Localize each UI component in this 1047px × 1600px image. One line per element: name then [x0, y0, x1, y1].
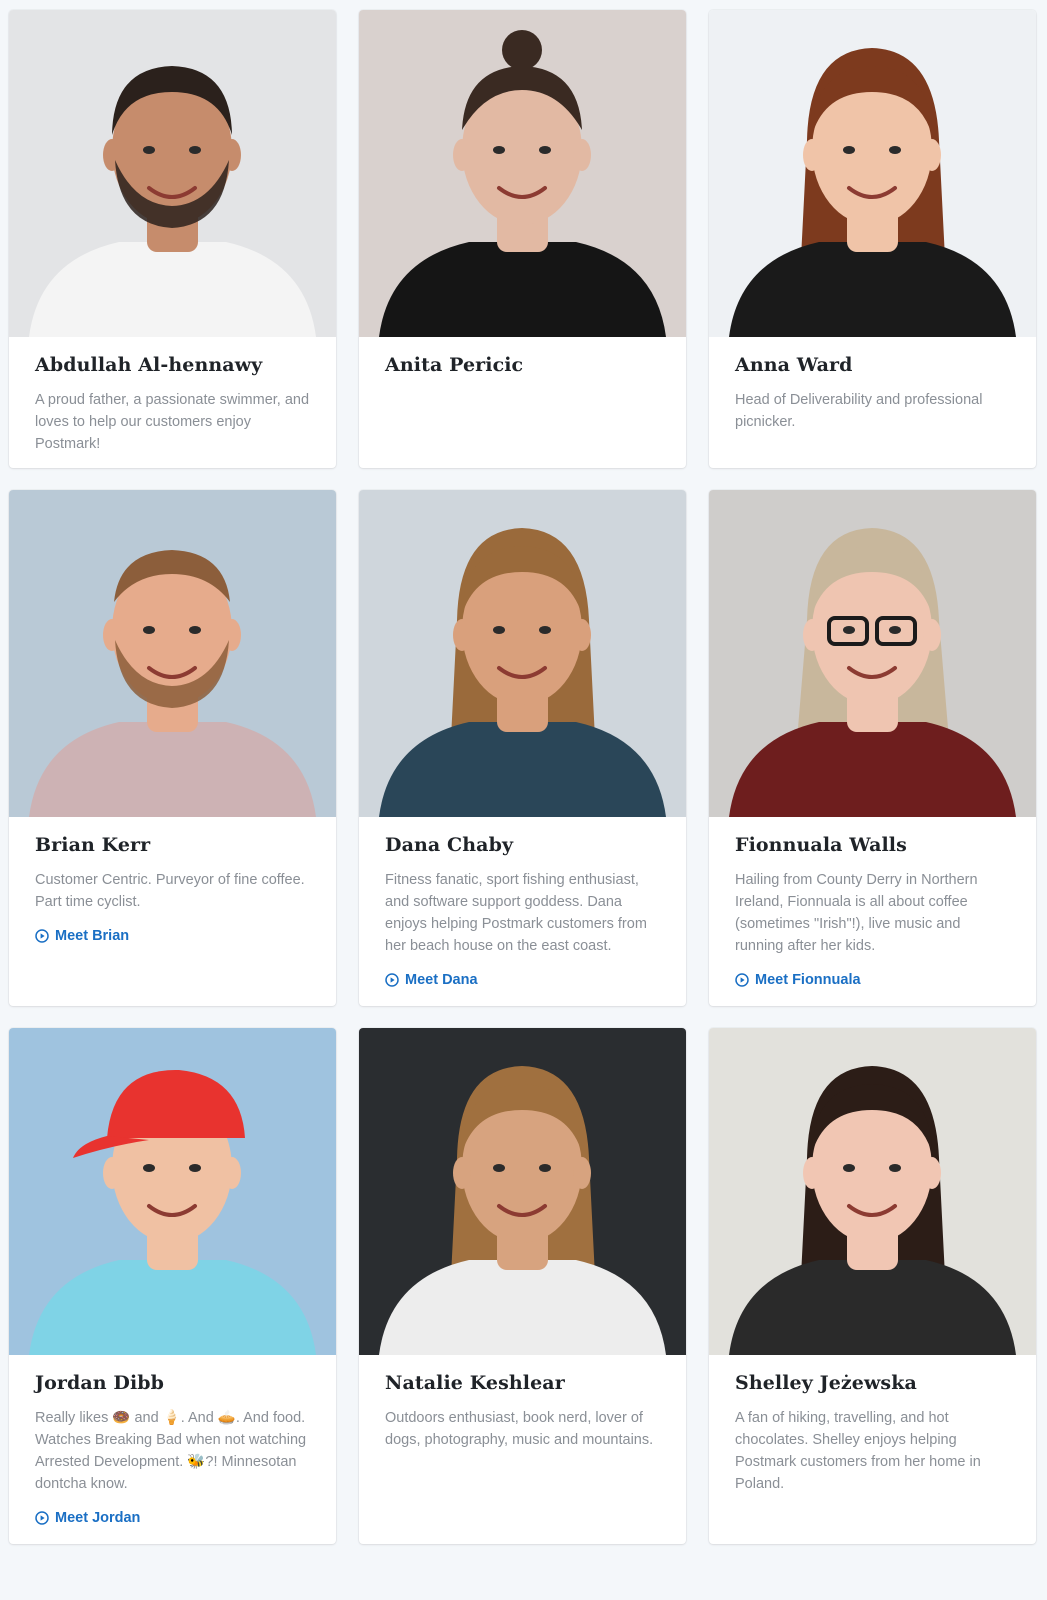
member-name: Anna Ward — [735, 354, 853, 376]
portrait-illustration — [359, 10, 686, 337]
eye — [493, 146, 505, 154]
member-name: Abdullah Al-hennawy — [35, 354, 263, 376]
meet-link[interactable]: Meet Fionnuala — [735, 972, 1010, 988]
ear — [453, 139, 471, 171]
team-card: Anita Pericic — [359, 10, 686, 468]
ear — [453, 619, 471, 651]
portrait-illustration — [359, 490, 686, 817]
portrait-illustration — [709, 490, 1036, 817]
ear — [923, 1157, 941, 1189]
meet-link[interactable]: Meet Brian — [35, 928, 310, 944]
team-card: Natalie Keshlear Outdoors enthusiast, bo… — [359, 1028, 686, 1544]
portrait-photo — [9, 490, 336, 817]
ear — [103, 1157, 121, 1189]
team-card: Dana Chaby Fitness fanatic, sport fishin… — [359, 490, 686, 1006]
portrait-illustration — [359, 1028, 686, 1355]
ear — [103, 139, 121, 171]
meet-link-label: Meet Dana — [405, 972, 478, 988]
member-bio: Fitness fanatic, sport fishing enthusias… — [385, 872, 647, 954]
portrait-illustration — [709, 1028, 1036, 1355]
member-name: Dana Chaby — [385, 834, 514, 856]
eye — [143, 146, 155, 154]
eye — [843, 626, 855, 634]
member-name: Fionnuala Walls — [735, 834, 907, 856]
play-circle-icon — [35, 1511, 49, 1525]
meet-link-label: Meet Brian — [55, 928, 130, 944]
ear — [223, 619, 241, 651]
ear — [453, 1157, 471, 1189]
ear — [803, 139, 821, 171]
meet-link-label: Meet Jordan — [55, 1510, 141, 1526]
team-card: Jordan Dibb Really likes 🍩 and 🍦. And 🥧.… — [9, 1028, 336, 1544]
eye — [189, 146, 201, 154]
portrait-photo — [359, 490, 686, 817]
ear — [573, 139, 591, 171]
member-name: Brian Kerr — [35, 834, 151, 856]
ear — [803, 1157, 821, 1189]
eye — [189, 1164, 201, 1172]
ear — [573, 1157, 591, 1189]
eye — [889, 626, 901, 634]
meet-link[interactable]: Meet Jordan — [35, 1510, 310, 1526]
team-grid: Abdullah Al-hennawy A proud father, a pa… — [0, 0, 1047, 1600]
ear — [223, 139, 241, 171]
member-name: Shelley Jeżewska — [735, 1372, 917, 1394]
team-card: Abdullah Al-hennawy A proud father, a pa… — [9, 10, 336, 468]
play-circle-icon — [35, 929, 49, 943]
eye — [143, 626, 155, 634]
meet-link-label: Meet Fionnuala — [755, 972, 861, 988]
portrait-photo — [709, 490, 1036, 817]
portrait-photo — [359, 10, 686, 337]
portrait-illustration — [9, 490, 336, 817]
member-bio: Really likes 🍩 and 🍦. And 🥧. And food. W… — [35, 1410, 307, 1492]
member-bio: Head of Deliverability and professional … — [735, 392, 983, 430]
eye — [493, 1164, 505, 1172]
member-bio: Hailing from County Derry in Northern Ir… — [735, 872, 978, 954]
ear — [223, 1157, 241, 1189]
portrait-illustration — [709, 10, 1036, 337]
eye — [889, 146, 901, 154]
ear — [923, 619, 941, 651]
member-name: Natalie Keshlear — [385, 1372, 565, 1394]
eye — [189, 626, 201, 634]
portrait-illustration — [9, 1028, 336, 1355]
member-bio: A proud father, a passionate swimmer, an… — [35, 392, 310, 452]
eye — [539, 626, 551, 634]
ear — [573, 619, 591, 651]
portrait-photo — [709, 10, 1036, 337]
eye — [143, 1164, 155, 1172]
ear — [103, 619, 121, 651]
eye — [889, 1164, 901, 1172]
portrait-photo — [9, 10, 336, 337]
play-circle-icon — [735, 973, 749, 987]
portrait-photo — [709, 1028, 1036, 1355]
team-card: Brian Kerr Customer Centric. Purveyor of… — [9, 490, 336, 1006]
member-name: Jordan Dibb — [35, 1372, 165, 1394]
ear — [803, 619, 821, 651]
meet-link[interactable]: Meet Dana — [385, 972, 660, 988]
play-circle-icon — [385, 973, 399, 987]
team-card: Fionnuala Walls Hailing from County Derr… — [709, 490, 1036, 1006]
portrait-illustration — [9, 10, 336, 337]
member-bio: A fan of hiking, travelling, and hot cho… — [735, 1410, 981, 1492]
team-card: Anna Ward Head of Deliverability and pro… — [709, 10, 1036, 468]
team-card: Shelley Jeżewska A fan of hiking, travel… — [709, 1028, 1036, 1544]
member-bio: Customer Centric. Purveyor of fine coffe… — [35, 872, 305, 910]
hair-bun — [502, 30, 542, 70]
ear — [923, 139, 941, 171]
member-bio: Outdoors enthusiast, book nerd, lover of… — [385, 1410, 654, 1448]
eye — [539, 1164, 551, 1172]
eye — [843, 146, 855, 154]
eye — [539, 146, 551, 154]
portrait-photo — [9, 1028, 336, 1355]
eye — [493, 626, 505, 634]
member-name: Anita Pericic — [385, 354, 524, 376]
eye — [843, 1164, 855, 1172]
portrait-photo — [359, 1028, 686, 1355]
